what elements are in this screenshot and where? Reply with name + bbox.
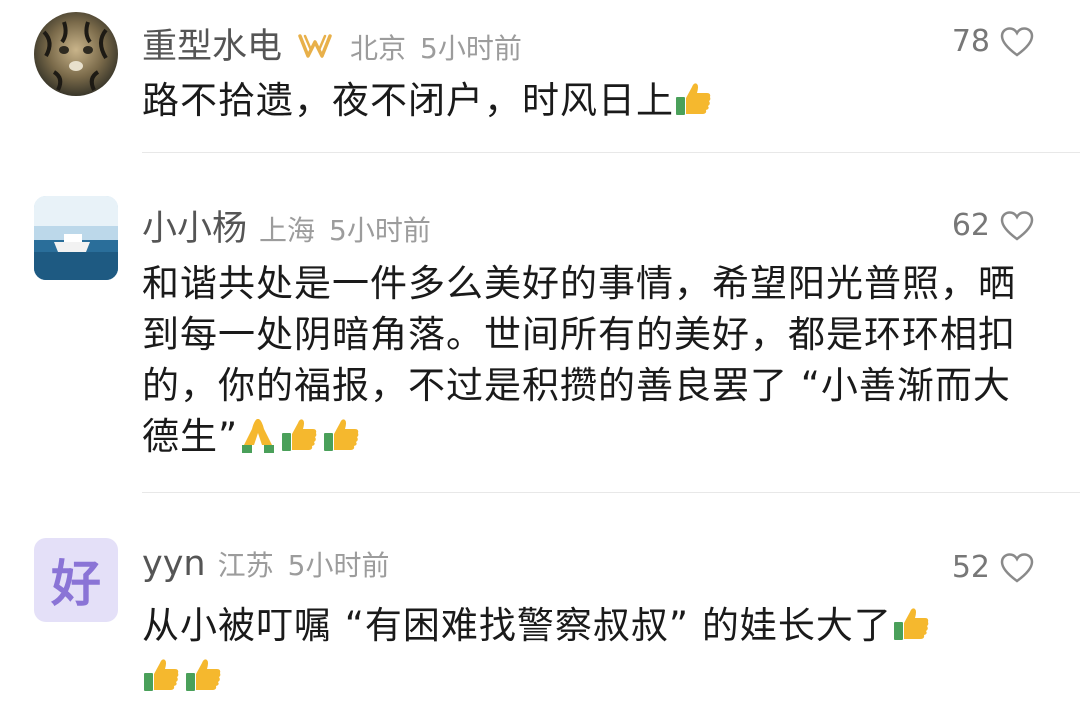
comment-text-content: 路不拾遗，夜不闭户，时风日上 [142,79,674,122]
comment-meta: 重型水电 北京 5小时前 [142,18,522,69]
heart-icon[interactable] [1000,552,1034,584]
like-group[interactable]: 52 [952,550,1034,585]
thumbs-up-icon [186,659,221,691]
username[interactable]: 重型水电 [142,18,282,69]
location: 上海 [259,214,316,247]
like-count: 78 [951,24,990,59]
like-group[interactable]: 78 [952,24,1034,59]
like-count: 62 [951,208,990,243]
username[interactable]: yyn [142,544,206,584]
comment-text-content: 从小被叮嘱 “有困难找警察叔叔” 的娃长大了 [142,604,892,647]
heart-icon[interactable] [1000,26,1034,58]
badge-icon [298,34,332,58]
folded-hands-icon [242,419,275,453]
like-group[interactable]: 62 [952,208,1034,243]
comment-text: 和谐共处是一件多么美好的事情，希望阳光普照，晒到每一处阴暗角落。世间所有的美好，… [142,258,1042,462]
heart-icon[interactable] [1000,210,1034,242]
comment-meta: yyn 江苏 5小时前 [142,544,389,584]
username[interactable]: 小小杨 [142,200,247,251]
thumbs-up-icon [893,608,929,640]
comment-text: 从小被叮嘱 “有困难找警察叔叔” 的娃长大了 [142,600,1042,702]
divider [142,492,1080,493]
comment-meta: 小小杨 上海 5小时前 [142,200,431,251]
thumbs-up-icon [282,419,317,451]
thumbs-up-icon [676,83,711,115]
like-count: 52 [951,550,990,585]
avatar[interactable]: 好 [34,538,118,622]
comment-text: 路不拾遗，夜不闭户，时风日上 [142,75,1042,126]
thumbs-up-icon [324,419,359,451]
avatar[interactable] [34,12,118,96]
avatar-char: 好 [51,555,101,613]
avatar[interactable] [34,196,118,280]
timestamp: 5小时前 [287,549,390,582]
divider [142,152,1080,153]
timestamp: 5小时前 [420,32,522,65]
timestamp: 5小时前 [329,214,431,247]
location: 北京 [350,32,407,65]
location: 江苏 [217,549,274,582]
thumbs-up-icon [144,659,179,691]
